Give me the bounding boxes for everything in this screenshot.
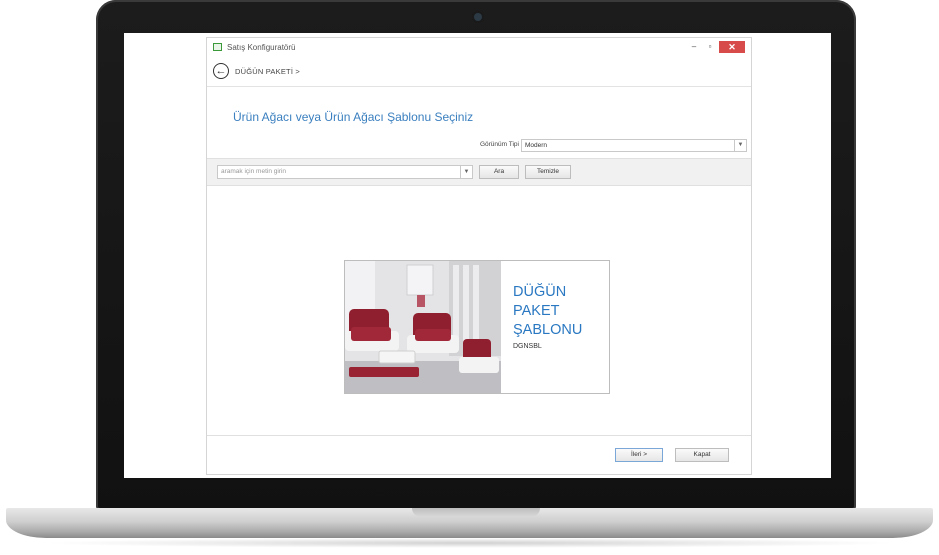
window-title: Satış Konfiguratörü <box>227 42 296 52</box>
maximize-button[interactable]: ▫ <box>703 41 717 53</box>
laptop-screen: Satış Konfiguratörü – ▫ ✕ ← DÜĞÜN PAKETİ… <box>124 33 831 478</box>
template-card[interactable]: DÜĞÜN PAKET ŞABLONU DGNSBL <box>344 260 610 394</box>
app-window: Satış Konfiguratörü – ▫ ✕ ← DÜĞÜN PAKETİ… <box>206 37 752 475</box>
page-title: Ürün Ağacı veya Ürün Ağacı Şablonu Seçin… <box>233 110 474 124</box>
view-type-select[interactable]: Modern ▼ <box>521 139 747 152</box>
app-window-icon <box>213 43 222 51</box>
template-list: DÜĞÜN PAKET ŞABLONU DGNSBL <box>207 185 751 435</box>
view-type-label: Görünüm Tipi <box>479 141 519 148</box>
clear-button[interactable]: Temizle <box>525 165 571 179</box>
footer-bar: İleri > Kapat <box>207 435 751 475</box>
template-card-text: DÜĞÜN PAKET ŞABLONU DGNSBL <box>501 261 609 393</box>
back-arrow-icon[interactable]: ← <box>213 63 229 79</box>
sofa-set-illustration <box>345 261 501 393</box>
minimize-button[interactable]: – <box>687 41 701 53</box>
chevron-down-icon[interactable]: ▼ <box>460 166 472 178</box>
laptop-shadow <box>40 538 900 548</box>
breadcrumb[interactable]: DÜĞÜN PAKETİ > <box>235 67 300 76</box>
template-code: DGNSBL <box>513 343 542 350</box>
view-type-row: Görünüm Tipi Modern ▼ <box>207 138 751 154</box>
navigation-bar: ← DÜĞÜN PAKETİ > <box>207 56 751 87</box>
search-input[interactable]: aramak için metin girin ▼ <box>217 165 473 179</box>
template-title: DÜĞÜN PAKET ŞABLONU <box>513 284 583 338</box>
search-placeholder: aramak için metin girin <box>221 168 287 175</box>
search-toolbar: aramak için metin girin ▼ Ara Temizle <box>207 158 751 186</box>
search-button[interactable]: Ara <box>479 165 519 179</box>
next-button[interactable]: İleri > <box>615 448 663 462</box>
close-window-button[interactable]: ✕ <box>719 41 745 53</box>
laptop-notch <box>412 508 540 517</box>
chevron-down-icon[interactable]: ▼ <box>734 140 746 151</box>
webcam <box>474 13 482 21</box>
living-room-image <box>345 261 501 393</box>
close-button[interactable]: Kapat <box>675 448 729 462</box>
window-controls: – ▫ ✕ <box>687 41 745 53</box>
title-bar: Satış Konfiguratörü – ▫ ✕ <box>207 38 751 56</box>
view-type-value: Modern <box>525 142 548 149</box>
